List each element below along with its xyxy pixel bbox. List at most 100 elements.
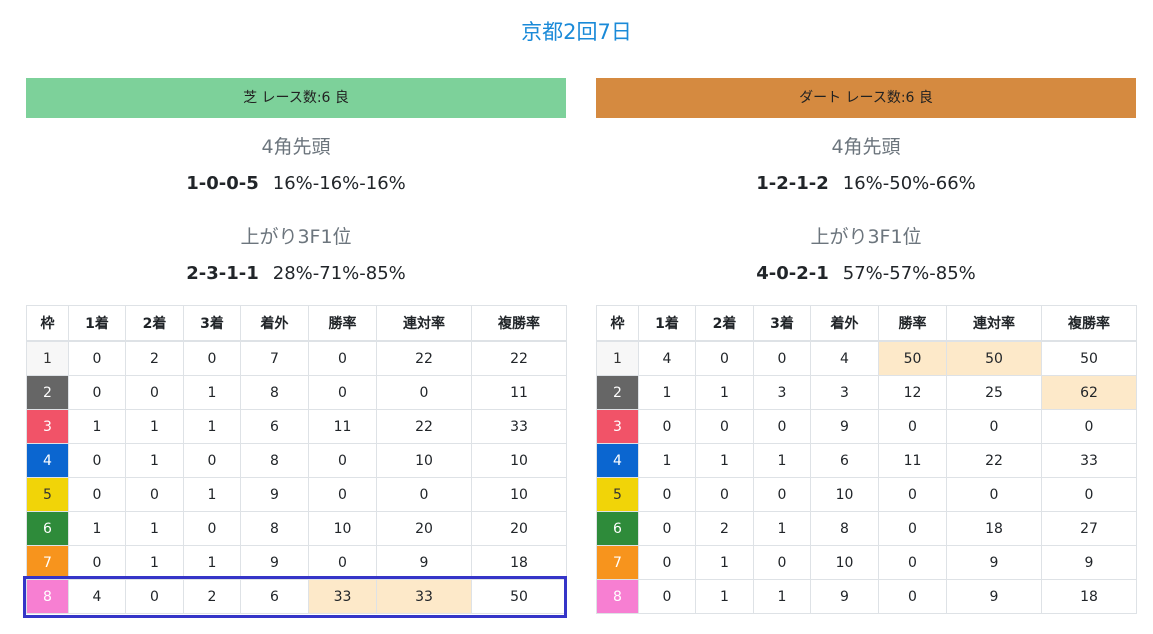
- table-cell: 20: [376, 511, 472, 546]
- turf-col-header: 着外: [240, 305, 309, 342]
- table-cell: 0: [638, 579, 696, 614]
- table-row: 7 0 1 0 10 0 9 9: [596, 545, 1137, 580]
- table-cell: 0: [125, 477, 184, 512]
- table-row: 7 0 1 1 9 0 9 18: [26, 545, 567, 580]
- table-cell: 33: [471, 409, 567, 444]
- turf-header: 芝 レース数:6 良: [26, 78, 566, 118]
- turf-corner-label: 4角先頭: [261, 136, 331, 158]
- table-cell: 0: [878, 545, 947, 580]
- table-cell: 0: [68, 443, 126, 478]
- table-cell: 0: [68, 477, 126, 512]
- table-cell: 9: [810, 579, 879, 614]
- table-cell: 22: [376, 340, 472, 376]
- table-cell: 0: [308, 477, 377, 512]
- table-cell: 1: [183, 375, 241, 410]
- table-row: 8 4 0 2 6 33 33 50: [26, 579, 567, 614]
- table-cell: 1: [125, 545, 184, 580]
- table-cell: 1: [183, 409, 241, 444]
- waku-cell: 8: [26, 579, 69, 614]
- table-cell: 22: [946, 443, 1042, 478]
- dirt-col-header: 複勝率: [1041, 305, 1137, 342]
- dirt-col-header: 3着: [753, 305, 811, 342]
- table-cell: 0: [1041, 477, 1137, 512]
- table-row: 30009000: [596, 409, 1137, 444]
- table-row: 4 0 1 0 8 0 10 10: [26, 443, 567, 478]
- table-cell: 1: [125, 409, 184, 444]
- table-cell: 0: [68, 375, 126, 410]
- table-cell: 0: [308, 340, 377, 376]
- table-cell: 10: [471, 443, 567, 478]
- table-cell: 9: [946, 579, 1042, 614]
- table-cell: 25: [946, 375, 1042, 410]
- table-cell: 1: [695, 545, 754, 580]
- table-cell: 6: [240, 409, 309, 444]
- table-row: 6 1 1 0 8 10 20 20: [26, 511, 567, 546]
- turf-agari-rates: 28%-71%-85%: [272, 263, 406, 284]
- waku-cell: 6: [596, 511, 639, 546]
- table-cell: 9: [240, 545, 309, 580]
- table-cell: 10: [376, 443, 472, 478]
- table-cell: 1: [68, 511, 126, 546]
- table-cell: 9: [240, 477, 309, 512]
- table-cell: 18: [1041, 579, 1137, 614]
- turf-agari-score: 2-3-1-1: [186, 263, 259, 284]
- turf-col-header: 連対率: [376, 305, 472, 342]
- table-cell: 11: [308, 409, 377, 444]
- waku-cell: 8: [596, 579, 639, 614]
- table-cell: 7: [240, 340, 309, 376]
- turf-corner-stat: 1-0-0-5 16%-16%-16%: [26, 171, 566, 197]
- table-cell: 6: [810, 443, 879, 478]
- waku-cell: 1: [596, 340, 639, 376]
- turf-corner-block: 4角先頭 1-0-0-5 16%-16%-16%: [26, 135, 566, 197]
- table-cell: 9: [376, 545, 472, 580]
- table-cell: 0: [878, 511, 947, 546]
- turf-agari-label: 上がり3F1位: [240, 226, 352, 248]
- table-cell: 1: [125, 511, 184, 546]
- table-cell: 0: [183, 443, 241, 478]
- dirt-corner-rates: 16%-50%-66%: [842, 173, 976, 194]
- dirt-header: ダート レース数:6 良: [596, 78, 1136, 118]
- table-cell: 1: [753, 443, 811, 478]
- waku-cell: 3: [596, 409, 639, 444]
- turf-table-header-row: 枠 1着 2着 3着 着外 勝率 連対率 複勝率: [26, 305, 567, 342]
- table-cell: 50: [471, 579, 567, 614]
- table-cell: 0: [946, 409, 1042, 444]
- page-title: 京都2回7日: [521, 20, 632, 44]
- table-cell: 3: [810, 375, 879, 410]
- table-cell: 18: [946, 511, 1042, 546]
- table-cell: 0: [695, 477, 754, 512]
- table-cell: 20: [471, 511, 567, 546]
- dirt-corner-block: 4角先頭 1-2-1-2 16%-50%-66%: [596, 135, 1136, 197]
- table-cell: 50: [1041, 340, 1137, 376]
- table-cell: 33: [308, 579, 377, 614]
- table-row: 2 0 0 1 8 0 0 11: [26, 375, 567, 410]
- waku-cell: 4: [26, 443, 69, 478]
- turf-col-header: 1着: [68, 305, 126, 342]
- turf-col-header: 勝率: [308, 305, 377, 342]
- table-cell: 50: [878, 340, 947, 376]
- table-row: 3 1 1 1 6 11 22 33: [26, 409, 567, 444]
- table-cell: 50: [946, 340, 1042, 376]
- table-cell: 10: [810, 545, 879, 580]
- table-cell: 0: [753, 477, 811, 512]
- table-row: 4 1 1 1 6 11 22 33: [596, 443, 1137, 478]
- table-cell: 0: [125, 375, 184, 410]
- table-cell: 0: [638, 511, 696, 546]
- turf-col-header: 2着: [125, 305, 184, 342]
- table-cell: 33: [376, 579, 472, 614]
- table-cell: 0: [68, 340, 126, 376]
- table-cell: 8: [240, 375, 309, 410]
- dirt-table: 枠 1着 2着 3着 着外 勝率 連対率 複勝率 1 4 0 0 4 50 50 50 2 1 1 3 3 12 25 62…: [596, 305, 1137, 614]
- table-cell: 10: [810, 477, 879, 512]
- table-cell: 2: [695, 511, 754, 546]
- dirt-table-header-row: 枠 1着 2着 3着 着外 勝率 連対率 複勝率: [596, 305, 1137, 342]
- dirt-agari-block: 上がり3F1位 4-0-2-1 57%-57%-85%: [596, 225, 1136, 287]
- table-cell: 0: [878, 409, 947, 444]
- table-cell: 0: [308, 375, 377, 410]
- table-cell: 0: [183, 511, 241, 546]
- table-cell: 0: [125, 579, 184, 614]
- table-cell: 1: [638, 375, 696, 410]
- waku-cell: 7: [596, 545, 639, 580]
- table-cell: 9: [946, 545, 1042, 580]
- table-cell: 1: [695, 443, 754, 478]
